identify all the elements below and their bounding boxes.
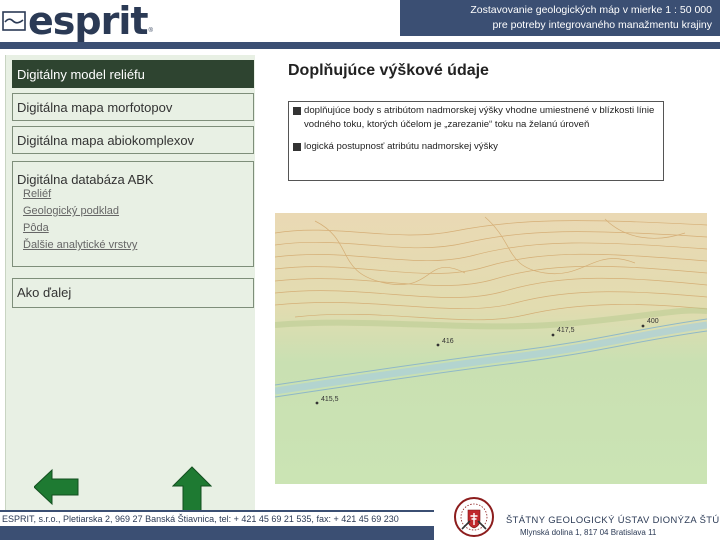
- link-soil[interactable]: Pôda: [23, 220, 253, 237]
- page-title: Doplňujúce výškové údaje: [288, 62, 489, 79]
- nav-item-next-steps[interactable]: Ako ďalej: [12, 278, 254, 308]
- bullet-text: logická postupnosť atribútu nadmorskej v…: [304, 141, 498, 152]
- organization-address: Mlynská dolina 1, 817 04 Bratislava 11: [520, 528, 657, 537]
- footer-divider: [0, 510, 434, 512]
- logo-registered-mark: ®: [148, 28, 153, 34]
- project-title-line-2: pre potreby integrovaného manažmentu kra…: [492, 19, 712, 31]
- arrow-up-icon[interactable]: [172, 466, 212, 512]
- link-geological-base[interactable]: Geologický podklad: [23, 203, 253, 220]
- nav-item-abk-database[interactable]: Digitálna databáza ABK Reliéf Geologický…: [12, 161, 254, 267]
- esprit-logo-icon: [2, 11, 26, 31]
- bullet-item: logická postupnosť atribútu nadmorskej v…: [293, 140, 659, 154]
- nav-item-digital-relief-model[interactable]: Digitálny model reliéfu: [12, 60, 254, 88]
- project-title-line-1: Zostavovanie geologických máp v mierke 1…: [470, 4, 712, 16]
- nav-item-abiocomplex-map[interactable]: Digitálna mapa abiokomplexov: [12, 126, 254, 154]
- map-label-415-5: 415,5: [321, 396, 339, 403]
- navigation-panel: Digitálny model reliéfu Digitálna mapa m…: [5, 55, 255, 510]
- bullet-list: doplňujúce body s atribútom nadmorskej v…: [288, 101, 664, 181]
- bullet-item: doplňujúce body s atribútom nadmorskej v…: [293, 104, 659, 132]
- nav-item-label: Digitálna mapa abiokomplexov: [17, 133, 195, 148]
- link-relief[interactable]: Reliéf: [23, 186, 253, 203]
- bullet-text: doplňujúce body s atribútom nadmorskej v…: [304, 105, 655, 130]
- bullet-square-icon: [293, 107, 301, 115]
- footer-bar: [0, 526, 434, 540]
- nav-item-morphotope-map[interactable]: Digitálna mapa morfotopov: [12, 93, 254, 121]
- organization-name: ŠTÁTNY GEOLOGICKÝ ÚSTAV DIONÝZA ŠTÚRA: [506, 514, 720, 525]
- terrain-map: 400 417,5 416 415,5: [275, 213, 707, 484]
- nav-item-label: Digitálna databáza ABK: [17, 172, 154, 187]
- header-divider: [0, 42, 720, 49]
- nav-item-label: Digitálna mapa morfotopov: [17, 100, 173, 115]
- logo-text: esprit: [28, 0, 149, 43]
- arrow-left-icon[interactable]: [34, 468, 80, 506]
- map-label-400: 400: [647, 318, 659, 325]
- map-label-417-5: 417,5: [557, 327, 575, 334]
- link-other-layers[interactable]: Ďalšie analytické vrstvy: [23, 237, 253, 254]
- map-label-416: 416: [442, 338, 454, 345]
- nav-item-label: Digitálny model reliéfu: [17, 67, 145, 82]
- project-title: Zostavovanie geologických máp v mierke 1…: [392, 3, 712, 33]
- nav-item-label: Ako ďalej: [17, 285, 72, 300]
- bullet-square-icon: [293, 143, 301, 151]
- esprit-logo: esprit ®: [2, 2, 153, 40]
- footer-contact: ESPRIT, s.r.o., Pletiarska 2, 969 27 Ban…: [2, 514, 399, 524]
- sgu-logo: [454, 497, 494, 537]
